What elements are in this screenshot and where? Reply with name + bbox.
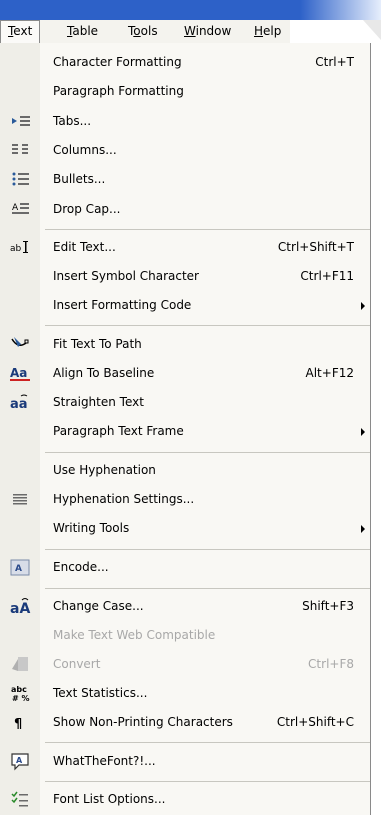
drop-cap-icon: A xyxy=(8,200,32,219)
menu-separator xyxy=(45,325,370,326)
menu-item-insert-formatting-code[interactable]: Insert Formatting Code xyxy=(0,293,370,318)
columns-icon xyxy=(8,141,32,160)
menubar-table[interactable]: Table xyxy=(60,20,105,43)
menu-item-make-text-web-compatible[interactable]: Make Text Web Compatible xyxy=(0,623,370,648)
encode-icon: A xyxy=(8,558,32,577)
edit-text-icon: ab xyxy=(8,238,32,257)
whatthefont-icon: A xyxy=(8,752,32,771)
svg-text:# %: # % xyxy=(12,694,30,703)
menu-separator xyxy=(45,588,370,589)
menu-item-show-non-printing-characters[interactable]: ¶ Show Non-Printing Characters Ctrl+Shif… xyxy=(0,710,370,735)
menu-item-encode[interactable]: A Encode... xyxy=(0,555,370,580)
menu-separator xyxy=(45,549,370,550)
svg-text:Aa: Aa xyxy=(10,366,27,380)
menu-item-writing-tools[interactable]: Writing Tools xyxy=(0,516,370,541)
submenu-arrow-icon xyxy=(361,525,365,533)
submenu-arrow-icon xyxy=(361,302,365,310)
menu-item-columns[interactable]: Columns... xyxy=(0,138,370,163)
svg-text:A: A xyxy=(16,756,23,765)
svg-text:A: A xyxy=(15,564,22,574)
text-menu-dropdown: Character Formatting Ctrl+T Paragraph Fo… xyxy=(0,43,371,815)
menubar-tools[interactable]: Tools xyxy=(121,20,165,43)
menu-separator xyxy=(45,229,370,230)
svg-text:¶: ¶ xyxy=(14,717,22,732)
menu-item-drop-cap[interactable]: A Drop Cap... xyxy=(0,197,370,222)
menu-bar: Text Table Tools Window Help xyxy=(0,20,290,44)
menu-item-fit-text-to-path[interactable]: Fit Text To Path xyxy=(0,332,370,357)
hyphenation-icon xyxy=(8,490,32,509)
menu-item-bullets[interactable]: Bullets... xyxy=(0,167,370,192)
menu-separator xyxy=(45,781,370,782)
svg-text:aa: aa xyxy=(10,397,28,412)
tabs-icon xyxy=(8,112,32,131)
menu-item-character-formatting[interactable]: Character Formatting Ctrl+T xyxy=(0,50,370,75)
fit-text-to-path-icon xyxy=(8,335,32,354)
menu-item-whatthefont[interactable]: A WhatTheFont?!... xyxy=(0,749,370,774)
straighten-text-icon: aa xyxy=(8,393,32,412)
font-list-icon xyxy=(8,790,32,809)
svg-text:abc: abc xyxy=(11,685,27,694)
menu-item-hyphenation-settings[interactable]: Hyphenation Settings... xyxy=(0,487,370,512)
menu-item-paragraph-text-frame[interactable]: Paragraph Text Frame xyxy=(0,419,370,444)
svg-text:aA: aA xyxy=(10,601,30,616)
menu-item-insert-symbol-character[interactable]: Insert Symbol Character Ctrl+F11 xyxy=(0,264,370,289)
menu-item-convert[interactable]: Convert Ctrl+F8 xyxy=(0,652,370,677)
pilcrow-icon: ¶ xyxy=(8,713,32,732)
menubar-text[interactable]: Text xyxy=(0,20,41,43)
menu-separator xyxy=(45,742,370,743)
menu-item-text-statistics[interactable]: abc # % Text Statistics... xyxy=(0,681,370,706)
submenu-arrow-icon xyxy=(361,428,365,436)
menu-item-change-case[interactable]: aA Change Case... Shift+F3 xyxy=(0,594,370,619)
align-baseline-icon: Aa xyxy=(8,364,32,383)
menu-item-use-hyphenation[interactable]: Use Hyphenation xyxy=(0,458,370,483)
text-statistics-icon: abc # % xyxy=(8,684,32,703)
convert-icon xyxy=(8,655,32,674)
change-case-icon: aA xyxy=(8,597,32,616)
menu-item-align-to-baseline[interactable]: Aa Align To Baseline Alt+F12 xyxy=(0,361,370,386)
menu-item-edit-text[interactable]: ab Edit Text... Ctrl+Shift+T xyxy=(0,235,370,260)
menu-item-tabs[interactable]: Tabs... xyxy=(0,109,370,134)
menu-item-font-list-options[interactable]: Font List Options... xyxy=(0,787,370,812)
menubar-window[interactable]: Window xyxy=(177,20,238,43)
menu-item-straighten-text[interactable]: aa Straighten Text xyxy=(0,390,370,415)
menu-item-paragraph-formatting[interactable]: Paragraph Formatting xyxy=(0,79,370,104)
svg-text:A: A xyxy=(12,203,19,213)
background-document-edge xyxy=(363,20,381,40)
bullets-icon xyxy=(8,170,32,189)
window-title-bar xyxy=(0,0,381,20)
menubar-help[interactable]: Help xyxy=(247,20,288,43)
menu-separator xyxy=(45,452,370,453)
svg-text:ab: ab xyxy=(10,244,22,254)
